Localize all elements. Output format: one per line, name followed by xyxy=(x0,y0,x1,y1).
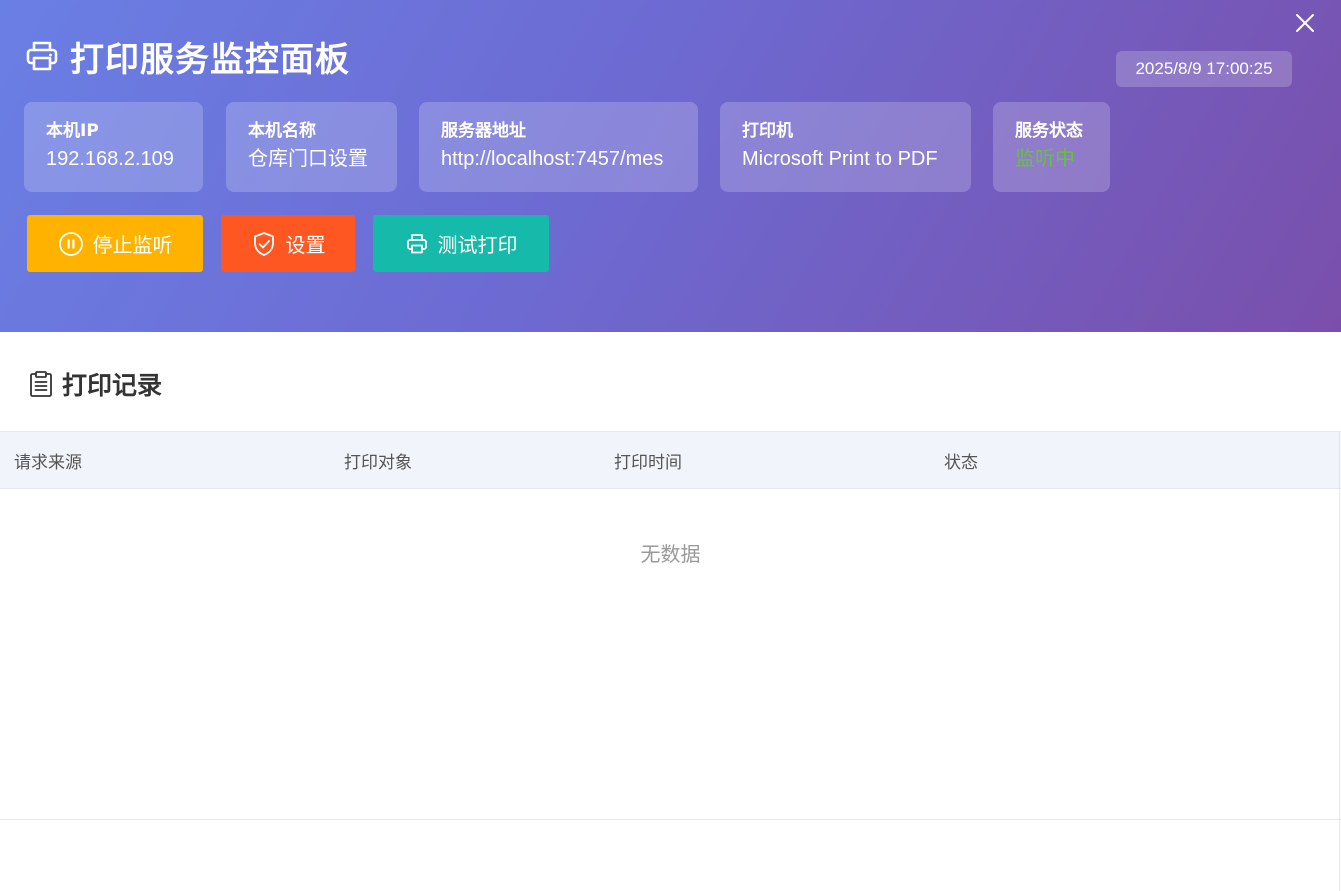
table-right-border xyxy=(1339,432,1340,891)
info-card-value: 192.168.2.109 xyxy=(46,148,174,170)
printer-icon xyxy=(406,233,427,253)
info-card-value: Microsoft Print to PDF xyxy=(742,148,938,170)
column-header-status[interactable]: 状态 xyxy=(944,432,978,488)
print-records-title: 打印记录 xyxy=(62,371,163,400)
stop-listening-button[interactable]: 停止监听 xyxy=(27,215,203,272)
print-records-heading: 打印记录 xyxy=(28,364,162,404)
stop-listening-label: 停止监听 xyxy=(92,233,173,257)
page-title-row: 打印服务监控面板 xyxy=(24,34,350,80)
info-card-printer: 打印机 Microsoft Print to PDF xyxy=(720,102,971,192)
empty-table-message: 无数据 xyxy=(640,542,701,566)
info-card-value: http://localhost:7457/mes xyxy=(441,148,664,170)
info-card-label: 本机名称 xyxy=(248,121,316,141)
column-header-source[interactable]: 请求来源 xyxy=(14,432,82,488)
service-status-value: 监听中 xyxy=(1015,148,1075,170)
settings-button[interactable]: 设置 xyxy=(221,215,355,272)
page-title: 打印服务监控面板 xyxy=(70,39,350,80)
info-card-service-status: 服务状态 监听中 xyxy=(993,102,1110,192)
info-card-server-address: 服务器地址 http://localhost:7457/mes xyxy=(419,102,698,192)
column-header-print-time[interactable]: 打印时间 xyxy=(614,432,682,488)
info-card-label: 服务状态 xyxy=(1015,121,1083,141)
shield-check-icon xyxy=(253,231,274,256)
info-card-hostname: 本机名称 仓库门口设置 xyxy=(226,102,397,192)
dashboard-header: 打印服务监控面板 2025/8/9 17:00:25 本机IP 192.168.… xyxy=(0,0,1341,332)
pause-circle-icon xyxy=(58,231,83,256)
test-print-button[interactable]: 测试打印 xyxy=(373,215,549,272)
info-card-label: 打印机 xyxy=(742,121,793,141)
column-header-target[interactable]: 打印对象 xyxy=(344,432,412,488)
test-print-label: 测试打印 xyxy=(437,233,518,257)
clipboard-icon xyxy=(30,371,52,397)
settings-label: 设置 xyxy=(285,233,326,257)
close-button[interactable] xyxy=(1290,8,1320,38)
table-bottom-divider xyxy=(0,819,1341,820)
records-table-header: 请求来源 打印对象 打印时间 状态 xyxy=(0,431,1341,489)
printer-icon xyxy=(26,41,58,71)
current-datetime: 2025/8/9 17:00:25 xyxy=(1116,51,1292,87)
info-card-label: 服务器地址 xyxy=(441,121,526,141)
close-icon xyxy=(1296,14,1314,32)
info-card-label: 本机IP xyxy=(46,121,99,141)
info-card-ip: 本机IP 192.168.2.109 xyxy=(24,102,203,192)
info-card-value: 仓库门口设置 xyxy=(248,148,368,170)
